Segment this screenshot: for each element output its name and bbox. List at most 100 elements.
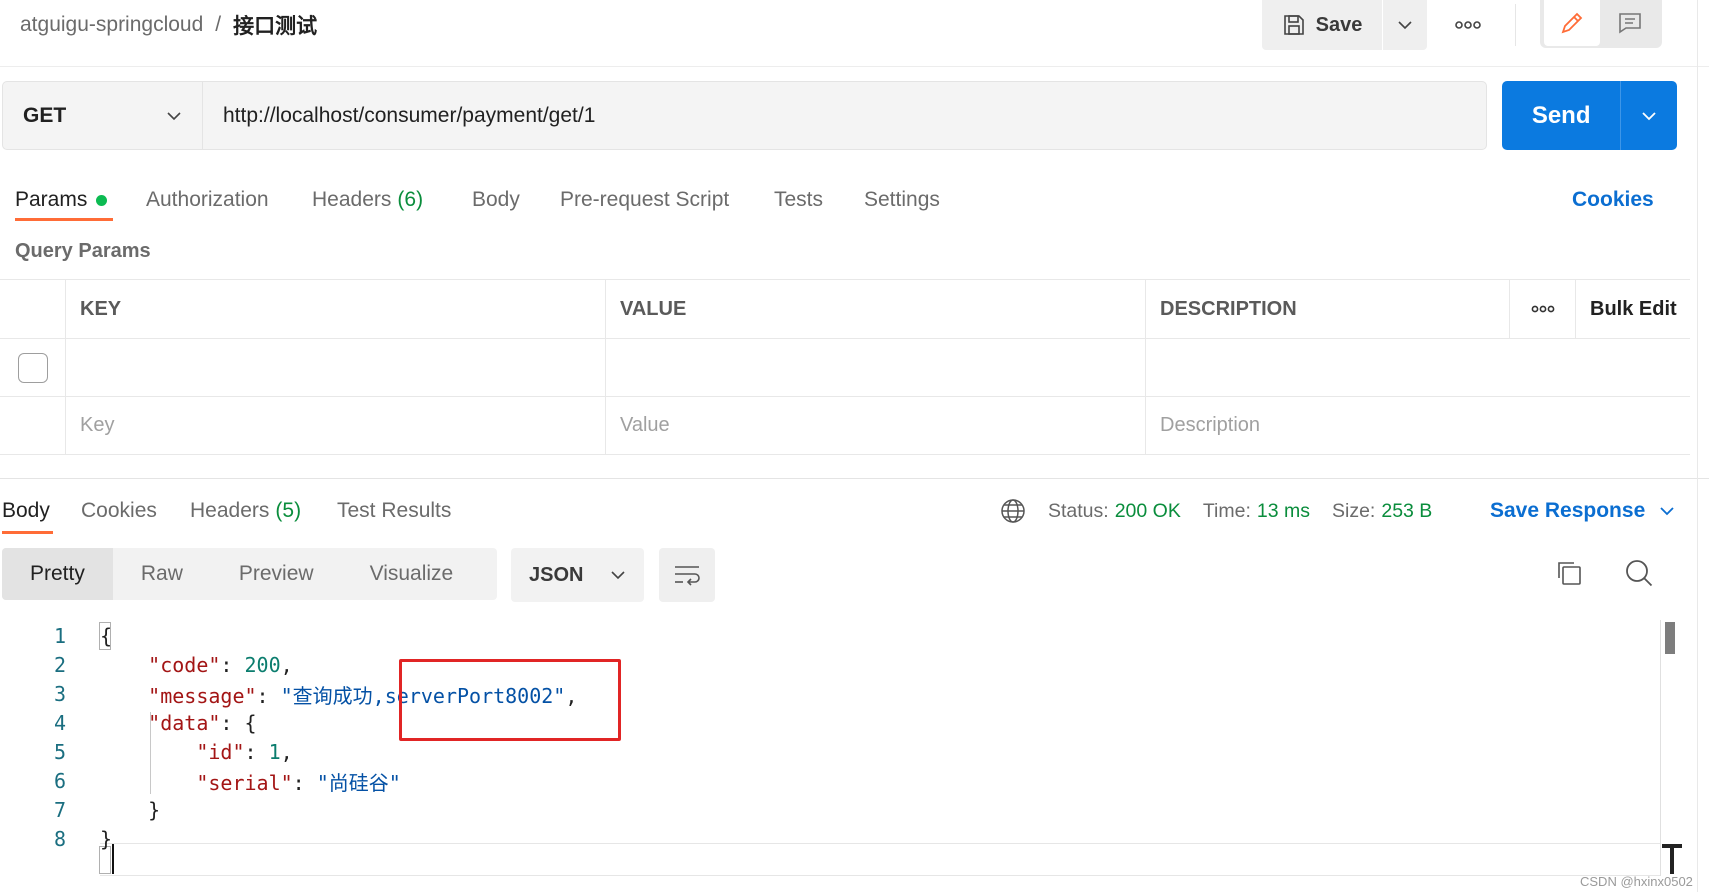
brace: {	[100, 624, 113, 648]
method-value: GET	[23, 103, 67, 127]
view-mode-visualize[interactable]: Visualize	[342, 548, 482, 600]
save-options-dropdown[interactable]	[1382, 0, 1427, 50]
response-tab-test-results[interactable]: Test Results	[337, 491, 451, 531]
response-tab-headers[interactable]: Headers (5)	[190, 491, 301, 531]
json-string: "查询成功,	[280, 683, 385, 708]
row-checkbox-cell	[0, 397, 66, 454]
code-line: 8 }	[0, 823, 112, 855]
response-body-viewer[interactable]: 1 { 2 "code": 200, 3 "message": "查询成功,se…	[0, 620, 1709, 880]
header-divider	[1515, 4, 1516, 46]
value-input[interactable]: Value	[606, 397, 1146, 454]
query-params-title: Query Params	[15, 239, 151, 262]
comments-toggle[interactable]	[1602, 0, 1658, 46]
chevron-down-icon	[1642, 111, 1656, 120]
active-tab-indicator	[2, 531, 53, 534]
save-icon	[1283, 15, 1304, 35]
size-value[interactable]: 253 B	[1381, 500, 1432, 523]
more-icon	[1531, 305, 1554, 313]
description-cell[interactable]	[1146, 339, 1690, 396]
view-mode-preview[interactable]: Preview	[211, 548, 342, 600]
json-key: "id"	[196, 740, 245, 764]
method-select[interactable]: GET	[2, 81, 202, 150]
search-icon[interactable]	[1624, 558, 1654, 593]
save-response-button[interactable]: Save Response	[1490, 491, 1675, 531]
text-cursor	[112, 844, 114, 874]
status-value[interactable]: 200 OK	[1115, 500, 1181, 523]
workspace-link[interactable]: atguigu-springcloud	[20, 13, 203, 37]
tab-headers[interactable]: Headers (6)	[312, 180, 423, 220]
column-key: KEY	[66, 280, 606, 338]
code-text: "code": 200,	[148, 653, 293, 677]
response-tab-body[interactable]: Body	[2, 491, 50, 531]
send-button[interactable]: Send	[1502, 81, 1620, 150]
table-row-new: Key Value Description	[0, 397, 1690, 454]
brace: {	[244, 711, 257, 735]
column-options-button[interactable]	[1510, 280, 1576, 338]
tab-pre-request-script[interactable]: Pre-request Script	[560, 180, 729, 220]
chevron-down-icon	[1660, 507, 1674, 516]
globe-icon[interactable]	[1000, 498, 1026, 524]
copy-icon[interactable]	[1554, 558, 1584, 593]
language-select[interactable]: JSON	[511, 548, 644, 602]
line-number: 8	[53, 827, 66, 851]
send-options-dropdown[interactable]	[1620, 81, 1677, 150]
view-mode-switcher: Pretty Raw Preview Visualize	[2, 548, 497, 600]
chevron-down-icon	[611, 571, 625, 580]
response-divider[interactable]	[0, 478, 1709, 479]
time-label: Time:	[1202, 499, 1251, 522]
response-headers-count: (5)	[275, 499, 302, 522]
bulk-edit-button[interactable]: Bulk Edit	[1576, 280, 1690, 338]
cookies-link[interactable]: Cookies	[1572, 180, 1654, 220]
table-row	[0, 339, 1690, 397]
code-text: "serial": "尚硅谷"	[196, 770, 401, 795]
line-number: 4	[53, 711, 66, 735]
code-text: }	[100, 827, 112, 851]
tab-settings[interactable]: Settings	[864, 180, 940, 220]
key-cell[interactable]	[66, 339, 606, 396]
description-input[interactable]: Description	[1146, 397, 1690, 454]
tab-params[interactable]: Params	[15, 180, 108, 220]
table-header-row: KEY VALUE DESCRIPTION Bulk Edit	[0, 280, 1690, 339]
code-text: "id": 1,	[196, 740, 293, 764]
value-cell[interactable]	[606, 339, 1146, 396]
send-button-group: Send	[1502, 81, 1677, 150]
comment-icon	[1619, 13, 1641, 34]
tab-authorization[interactable]: Authorization	[146, 180, 269, 220]
json-key: "serial"	[196, 770, 293, 795]
tab-body[interactable]: Body	[472, 180, 520, 220]
url-input[interactable]: http://localhost/consumer/payment/get/1	[202, 81, 1487, 150]
edit-mode-toggle[interactable]	[1544, 0, 1600, 46]
line-number: 6	[53, 769, 66, 793]
more-actions-button[interactable]	[1448, 12, 1488, 38]
request-name[interactable]: 接口测试	[233, 10, 317, 40]
url-value: http://localhost/consumer/payment/get/1	[223, 103, 596, 127]
brace: }	[100, 827, 113, 851]
brace: }	[148, 798, 161, 822]
language-value: JSON	[529, 563, 584, 586]
code-line: 7 }	[0, 794, 160, 826]
response-status-bar: Status: 200 OK Time: 13 ms Size: 253 B	[1000, 491, 1454, 531]
vertical-scrollbar[interactable]	[1660, 620, 1675, 876]
status-label: Status:	[1048, 499, 1109, 522]
row-checkbox-cell	[0, 339, 66, 396]
tab-headers-label: Headers	[312, 188, 392, 211]
key-input[interactable]: Key	[66, 397, 606, 454]
scrollbar-thumb[interactable]	[1665, 622, 1675, 654]
view-mode-pretty[interactable]: Pretty	[2, 548, 113, 600]
tab-params-label: Params	[15, 188, 88, 211]
wrap-lines-button[interactable]	[659, 548, 715, 602]
scroll-end-marker	[1662, 844, 1682, 874]
time-value[interactable]: 13 ms	[1257, 500, 1310, 523]
response-tab-cookies[interactable]: Cookies	[81, 491, 157, 531]
tab-tests[interactable]: Tests	[774, 180, 823, 220]
line-number: 1	[53, 624, 66, 648]
annotation-highlight-box	[399, 659, 621, 741]
row-checkbox[interactable]	[17, 352, 48, 383]
view-mode-raw[interactable]: Raw	[113, 548, 211, 600]
save-label: Save	[1315, 13, 1363, 36]
save-button[interactable]: Save	[1262, 0, 1382, 50]
line-number: 5	[53, 740, 66, 764]
save-button-group: Save	[1262, 0, 1427, 50]
json-key: "data"	[148, 711, 221, 735]
chevron-down-icon	[1398, 21, 1412, 30]
